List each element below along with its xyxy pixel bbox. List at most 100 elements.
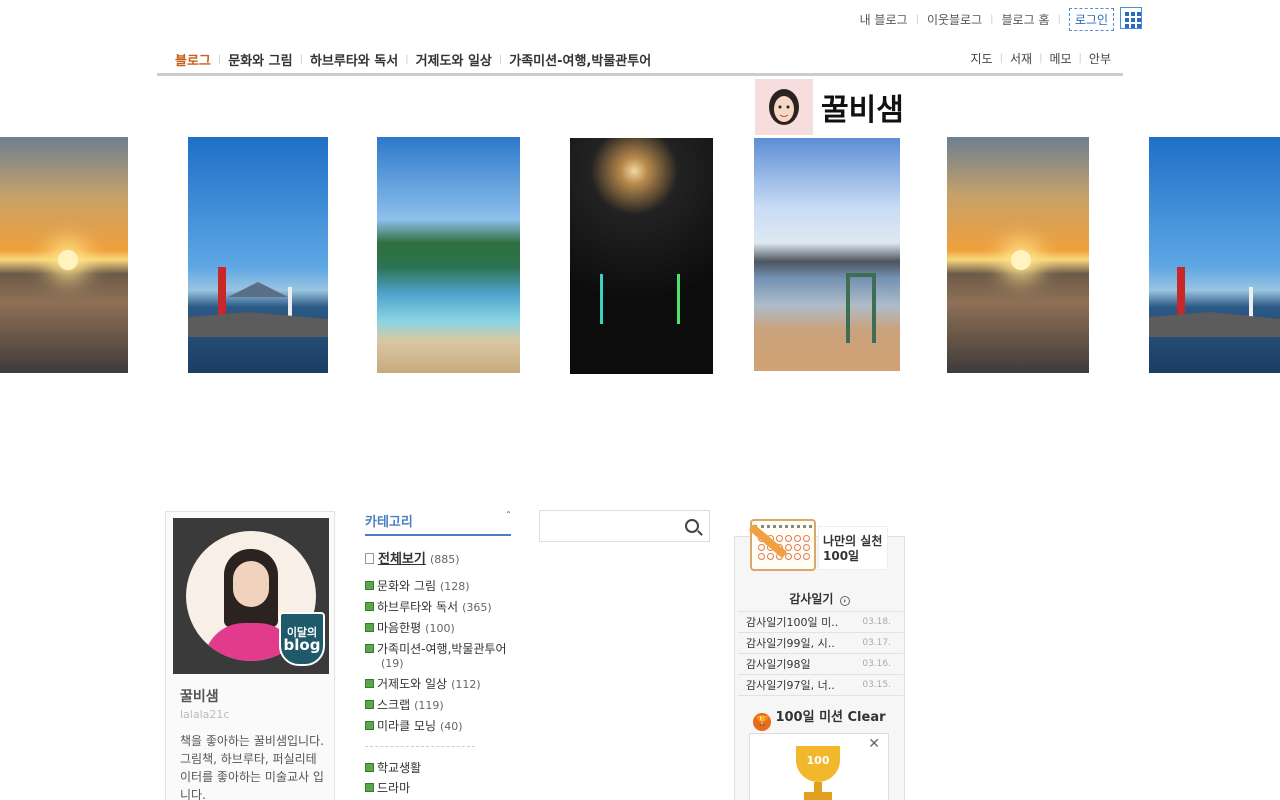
category-item[interactable]: 거제도와 일상 (112) [365,677,511,692]
cup-icon: 100 [796,746,840,782]
category-item[interactable]: 하브루타와 독서 (365) [365,600,511,615]
search-box [539,510,710,542]
blog-of-month-badge: 이달의 blog [279,612,325,666]
gallery-painting-beach[interactable] [754,138,900,371]
list-item-date: 03.18. [862,617,891,627]
practice-title-line1: 나만의 실천 [823,534,883,548]
divider: | [1039,53,1043,64]
category-item-count: (119) [414,699,444,712]
category-icon [365,700,374,709]
category-item[interactable]: 미라클 모닝 (40) [365,719,511,734]
category-item[interactable]: 가족미션-여행,박물관투어(19) [365,642,511,671]
profile-card: 이달의 blog 꿀비샘 lalala21c 책을 좋아하는 꿀비샘입니다. 그… [165,511,335,800]
category-item-count: (40) [440,720,463,733]
list-item[interactable]: 감사일기99일, 시.. 03.17. [738,633,903,654]
category-item-label: 가족미션-여행,박물관투어 [377,642,507,656]
category-item[interactable]: 문화와 그림 (128) [365,579,511,594]
gallery-painting-seashore[interactable] [377,137,520,373]
category-icon [365,679,374,688]
category-item-label: 문화와 그림 [377,579,437,593]
mission-clear-text: 100일 미션 Clear [775,710,886,725]
divider: | [1057,14,1061,25]
category-item[interactable]: 드라마 [365,781,511,795]
gallery-painting-sunset-2[interactable] [947,137,1089,373]
list-item-date: 03.15. [862,680,891,690]
category-item-label: 거제도와 일상 [377,677,448,691]
category-icon [365,783,374,792]
practice-widget-title[interactable]: 나만의 실천 100일 [818,526,888,570]
search-input[interactable] [540,511,670,541]
divider: | [999,53,1003,64]
gallery-painting-night-bridge[interactable] [570,138,713,374]
login-button[interactable]: 로그인 [1068,8,1114,31]
list-item-title: 감사일기99일, 시.. [746,637,835,650]
blog-title[interactable]: 꿀비샘 [755,79,904,135]
cup-base [804,792,832,800]
category-divider [365,746,475,747]
category-panel: 카테고리 ˆ 전체보기 (885) 문화와 그림 (128) 하브루타와 독서 (3… [365,511,511,800]
trophy-icon: 🏆 [753,713,772,731]
category-all[interactable]: 전체보기 (885) [365,548,511,567]
category-icon [365,721,374,730]
gallery-painting-sunset[interactable] [0,137,128,373]
list-item-title: 감사일기98일 [746,658,811,671]
profile-name: 꿀비샘 [180,689,219,705]
menu-culture[interactable]: 문화와 그림 [228,50,292,69]
category-icon [365,602,374,611]
category-title: 카테고리 [365,515,413,530]
category-icon [365,623,374,632]
apps-grid-icon[interactable] [1120,7,1142,29]
category-icon [365,581,374,590]
face-icon [755,79,813,135]
arrow-circle-icon[interactable]: › [839,596,850,606]
category-item-count: (112) [451,678,481,691]
menu-geoje[interactable]: 거제도와 일상 [416,50,492,69]
category-extra-list: 학교생활 드라마 [365,761,511,795]
gallery-painting-lighthouse[interactable] [188,137,328,373]
profile-photo[interactable]: 이달의 blog [173,518,329,674]
menu-guestbook[interactable]: 안부 [1089,50,1111,67]
list-item-title: 감사일기97일, 너.. [746,679,835,692]
gratitude-title-text: 감사일기 [789,592,834,606]
close-icon[interactable]: ✕ [868,736,880,752]
profile-id: lalala21c [180,708,230,721]
menu-map[interactable]: 지도 [971,50,993,67]
search-icon[interactable] [685,519,699,533]
calendar-icon [748,519,816,571]
menu-blog[interactable]: 블로그 [175,50,211,69]
category-icon [365,644,374,653]
divider: | [1078,53,1082,64]
menu-memo[interactable]: 메모 [1049,50,1071,67]
blog-home-link[interactable]: 블로그 홈 [1002,11,1050,28]
category-item-count: (128) [440,580,470,593]
category-item[interactable]: 학교생활 [365,761,511,775]
category-icon [365,763,374,772]
list-item[interactable]: 감사일기98일 03.16. [738,654,903,675]
trophy-box: ✕ 100 [749,733,889,800]
badge-bottom-text: blog [283,636,321,654]
my-blog-link[interactable]: 내 블로그 [860,11,908,28]
list-item[interactable]: 감사일기97일, 너.. 03.15. [738,675,903,696]
category-item-label: 스크랩 [377,698,411,712]
menu-havruta[interactable]: 하브루타와 독서 [310,50,398,69]
chevron-up-icon[interactable]: ˆ [506,511,511,522]
divider: | [405,54,409,65]
utility-bar: 내 블로그 | 이웃블로그 | 블로그 홈 | 로그인 [860,7,1142,31]
gallery-painting-lighthouse-2[interactable] [1149,137,1280,373]
menu-family[interactable]: 가족미션-여행,박물관투어 [509,50,651,69]
gratitude-section-title[interactable]: 감사일기 › [736,590,903,607]
category-item-label: 미라클 모닝 [377,719,437,733]
divider: | [990,14,994,25]
category-header[interactable]: 카테고리 ˆ [365,511,511,536]
list-item[interactable]: 감사일기100일 미.. 03.18. [738,612,903,633]
divider: | [299,54,303,65]
menu-library[interactable]: 서재 [1010,50,1032,67]
category-item-count: (365) [462,601,492,614]
blog-menu: 블로그 | 문화와 그림 | 하브루타와 독서 | 거제도와 일상 | 가족미션… [157,46,1123,76]
category-item[interactable]: 스크랩 (119) [365,698,511,713]
practice-title-line2: 100일 [823,549,860,563]
category-item-count: (100) [425,622,455,635]
list-item-date: 03.16. [862,659,891,669]
neighbor-blog-link[interactable]: 이웃블로그 [927,11,982,28]
category-item[interactable]: 마음한평 (100) [365,621,511,636]
